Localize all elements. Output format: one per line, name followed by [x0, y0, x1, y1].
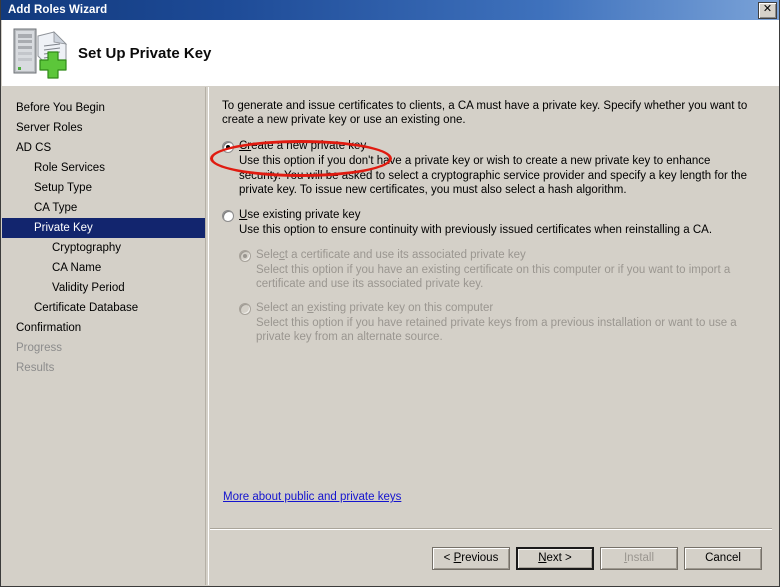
sub-option-private-key-pre: Select an — [256, 301, 308, 314]
sub-option-certificate-pre: Sele — [256, 248, 280, 261]
sub-option-private-key-label: Select an existing private key on this c… — [256, 302, 493, 315]
sidebar-item-cryptography[interactable]: Cryptography — [2, 238, 205, 258]
sidebar-item-ca-name[interactable]: CA Name — [2, 258, 205, 278]
sidebar-item-validity-period[interactable]: Validity Period — [2, 278, 205, 298]
wizard-content-pane: To generate and issue certificates to cl… — [210, 87, 772, 585]
next-accel: N — [538, 551, 547, 564]
sub-option-certificate-description: Select this option if you have an existi… — [256, 263, 731, 291]
add-roles-wizard-window: Add Roles Wizard ✕ Set Up Private Key Be… — [0, 0, 780, 587]
radio-select-certificate — [239, 249, 251, 262]
sidebar-item-ad-cs[interactable]: AD CS — [2, 138, 205, 158]
sidebar-item-certificate-database[interactable]: Certificate Database — [2, 298, 205, 318]
next-button[interactable]: Next > — [516, 546, 594, 570]
more-about-keys-link[interactable]: More about public and private keys — [223, 491, 401, 503]
radio-create-new-private-key[interactable] — [222, 141, 234, 153]
sidebar-item-before-you-begin[interactable]: Before You Begin — [2, 98, 205, 118]
server-certificate-add-icon — [13, 28, 68, 79]
option-existing-label: Use existing private key — [239, 209, 360, 222]
title-bar[interactable]: Add Roles Wizard ✕ — [1, 0, 779, 20]
next-post: ext > — [546, 551, 572, 564]
radio-use-existing-private-key[interactable] — [222, 210, 234, 222]
option-use-existing-private-key[interactable]: Use existing private key Use this option… — [222, 209, 750, 355]
page-title: Set Up Private Key — [78, 44, 212, 62]
cancel-post: Cancel — [705, 551, 741, 564]
previous-post: revious — [461, 551, 499, 564]
sub-option-private-key-rest: xisting private key on this computer — [313, 301, 494, 314]
sidebar-item-private-key[interactable]: Private Key — [2, 218, 205, 238]
wizard-steps-nav: Before You Begin Server Roles AD CS Role… — [2, 87, 205, 585]
option-existing-rest: se existing private key — [247, 209, 361, 221]
footer-separator — [210, 528, 772, 530]
install-post: nstall — [627, 551, 655, 564]
sidebar-item-server-roles[interactable]: Server Roles — [2, 118, 205, 138]
sub-option-select-certificate: Select a certificate and use its associa… — [239, 249, 750, 292]
sidebar-item-setup-type[interactable]: Setup Type — [2, 178, 205, 198]
sub-option-certificate-label: Select a certificate and use its associa… — [256, 249, 526, 262]
wizard-button-bar: < Previous Next > Install Cancel — [210, 542, 772, 574]
sidebar-item-ca-type[interactable]: CA Type — [2, 198, 205, 218]
sub-option-select-private-key: Select an existing private key on this c… — [239, 302, 750, 345]
previous-button[interactable]: < Previous — [432, 546, 510, 570]
close-icon[interactable]: ✕ — [758, 2, 777, 19]
wizard-body: Before You Begin Server Roles AD CS Role… — [2, 87, 779, 585]
option-create-accel: Cr — [239, 140, 252, 152]
sub-option-certificate-rest: t a certificate and use its associated p… — [284, 248, 526, 261]
sidebar-item-confirmation[interactable]: Confirmation — [2, 318, 205, 338]
cancel-button[interactable]: Cancel — [684, 546, 762, 570]
option-create-rest: eate a new private key — [251, 140, 367, 152]
wizard-header: Set Up Private Key — [2, 20, 779, 86]
option-create-description: Use this option if you don't have a priv… — [239, 155, 747, 196]
window-title: Add Roles Wizard — [8, 4, 108, 16]
previous-pre: < — [443, 551, 454, 564]
option-create-new-private-key[interactable]: Create a new private key Use this option… — [222, 140, 750, 198]
sub-option-private-key-description: Select this option if you have retained … — [256, 316, 737, 344]
sidebar-divider — [205, 87, 209, 585]
option-create-label: Create a new private key — [239, 140, 366, 153]
install-button: Install — [600, 546, 678, 570]
option-existing-description: Use this option to ensure continuity wit… — [239, 224, 713, 236]
existing-key-sub-options: Select a certificate and use its associa… — [239, 249, 750, 345]
intro-text: To generate and issue certificates to cl… — [222, 100, 748, 126]
radio-select-existing-private-key — [239, 302, 251, 315]
sidebar-item-progress: Progress — [16, 342, 63, 354]
sidebar-item-results: Results — [16, 362, 55, 374]
sidebar-item-role-services[interactable]: Role Services — [2, 158, 205, 178]
